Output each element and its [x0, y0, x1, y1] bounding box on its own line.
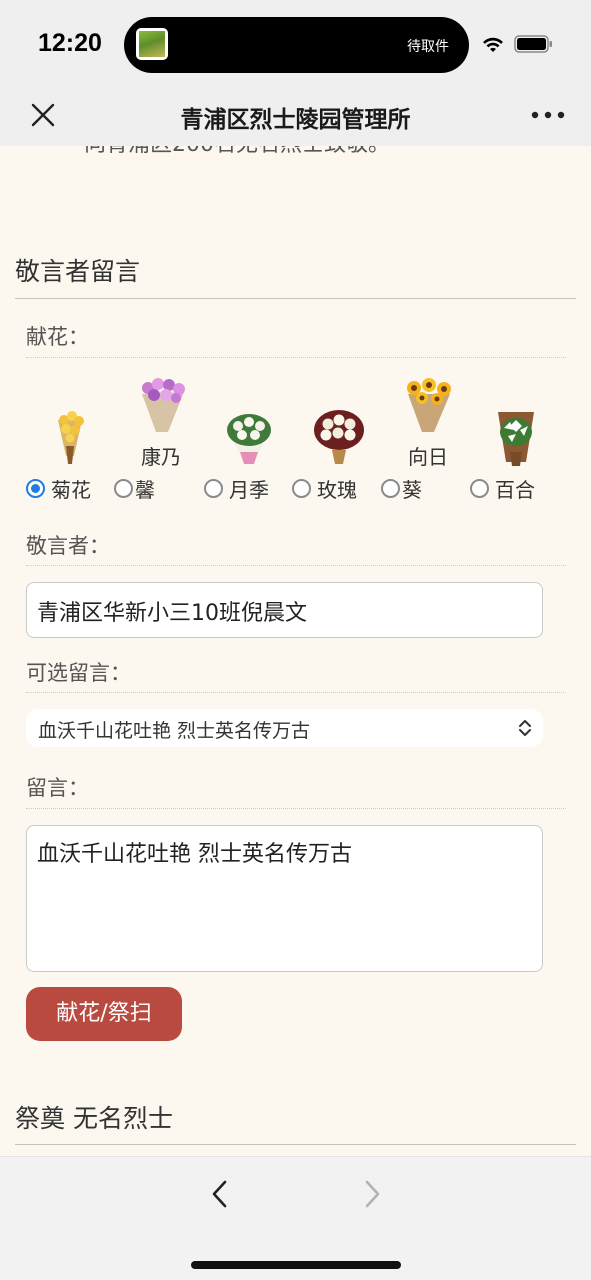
flower-radio-group: 菊花 馨 月季 玫瑰 葵 百合	[0, 473, 591, 503]
radio-button-icon[interactable]	[204, 478, 223, 498]
radio-button-icon[interactable]	[292, 478, 311, 498]
message-textarea[interactable]: 血沃千山花吐艳 烈士英名传万古	[26, 825, 543, 972]
radio-label: 玫瑰	[317, 477, 357, 502]
section-divider	[15, 1144, 576, 1145]
back-arrow-icon[interactable]	[208, 1179, 232, 1209]
rose-bouquet-white-icon[interactable]	[312, 406, 366, 466]
status-bar: 12:20 待取件	[0, 0, 591, 86]
dynamic-island[interactable]: 待取件	[124, 17, 469, 73]
offer-flowers-button[interactable]: 献花/祭扫	[26, 987, 182, 1041]
more-icon[interactable]	[530, 110, 566, 120]
label-divider	[26, 808, 566, 809]
label-divider	[26, 565, 566, 566]
radio-label: 葵	[402, 477, 422, 502]
section-divider	[15, 298, 576, 299]
radio-sunflower[interactable]: 葵	[381, 473, 422, 503]
radio-lily[interactable]: 百合	[470, 473, 535, 503]
label-divider	[26, 357, 566, 358]
chrysanthemum-bouquet-icon[interactable]	[50, 406, 90, 466]
select-value: 血沃千山花吐艳 烈士英名传万古	[38, 720, 311, 742]
radio-label: 菊花	[51, 477, 91, 502]
radio-rose[interactable]: 玫瑰	[292, 473, 357, 503]
lily-bouquet-icon[interactable]	[494, 408, 538, 468]
radio-chrysanthemum[interactable]: 菊花	[26, 473, 91, 503]
flower-label-sunflower-top: 向日	[408, 445, 448, 469]
radio-label: 月季	[229, 477, 269, 502]
chevron-updown-icon	[519, 720, 531, 736]
radio-button-icon[interactable]	[381, 478, 400, 498]
sunflower-bouquet-icon[interactable]	[402, 376, 456, 436]
presenter-input[interactable]: 青浦区华新小三10班倪晨文	[26, 582, 543, 638]
battery-icon	[514, 35, 552, 53]
optional-message-label: 可选留言：	[26, 661, 131, 685]
carnation-bouquet-icon[interactable]	[136, 376, 190, 436]
section-title-memorial: 祭奠 无名烈士	[15, 1104, 173, 1133]
flower-label-carnation-top: 康乃	[141, 445, 181, 469]
forward-arrow-icon[interactable]	[360, 1179, 384, 1209]
island-label: 待取件	[407, 39, 449, 55]
radio-carnation[interactable]: 馨	[114, 473, 155, 503]
radio-label: 馨	[135, 477, 155, 502]
section-title-message: 敬言者留言	[15, 257, 141, 286]
home-indicator	[191, 1261, 401, 1269]
flower-label: 献花：	[26, 325, 89, 349]
nav-bar: 青浦区烈士陵园管理所	[0, 86, 591, 146]
status-time: 12:20	[38, 29, 102, 57]
presenter-label: 敬言者：	[26, 534, 110, 558]
package-thumbnail-icon	[136, 28, 168, 60]
message-label: 留言：	[26, 776, 89, 800]
optional-message-select[interactable]: 血沃千山花吐艳 烈士英名传万古	[26, 709, 543, 747]
radio-chinese-rose[interactable]: 月季	[204, 473, 269, 503]
radio-button-icon[interactable]	[26, 478, 45, 498]
intro-text: 向青浦区200名无名烈士致敬。	[84, 146, 390, 158]
radio-label: 百合	[495, 477, 535, 502]
rose-bouquet-icon[interactable]	[222, 408, 276, 466]
browser-toolbar	[0, 1156, 591, 1280]
label-divider	[26, 692, 566, 693]
wifi-icon	[483, 37, 503, 52]
main-content: 向青浦区200名无名烈士致敬。 敬言者留言 献花：	[0, 146, 591, 1156]
radio-button-icon[interactable]	[114, 478, 133, 498]
radio-button-icon[interactable]	[470, 478, 489, 498]
page-title: 青浦区烈士陵园管理所	[180, 107, 411, 133]
